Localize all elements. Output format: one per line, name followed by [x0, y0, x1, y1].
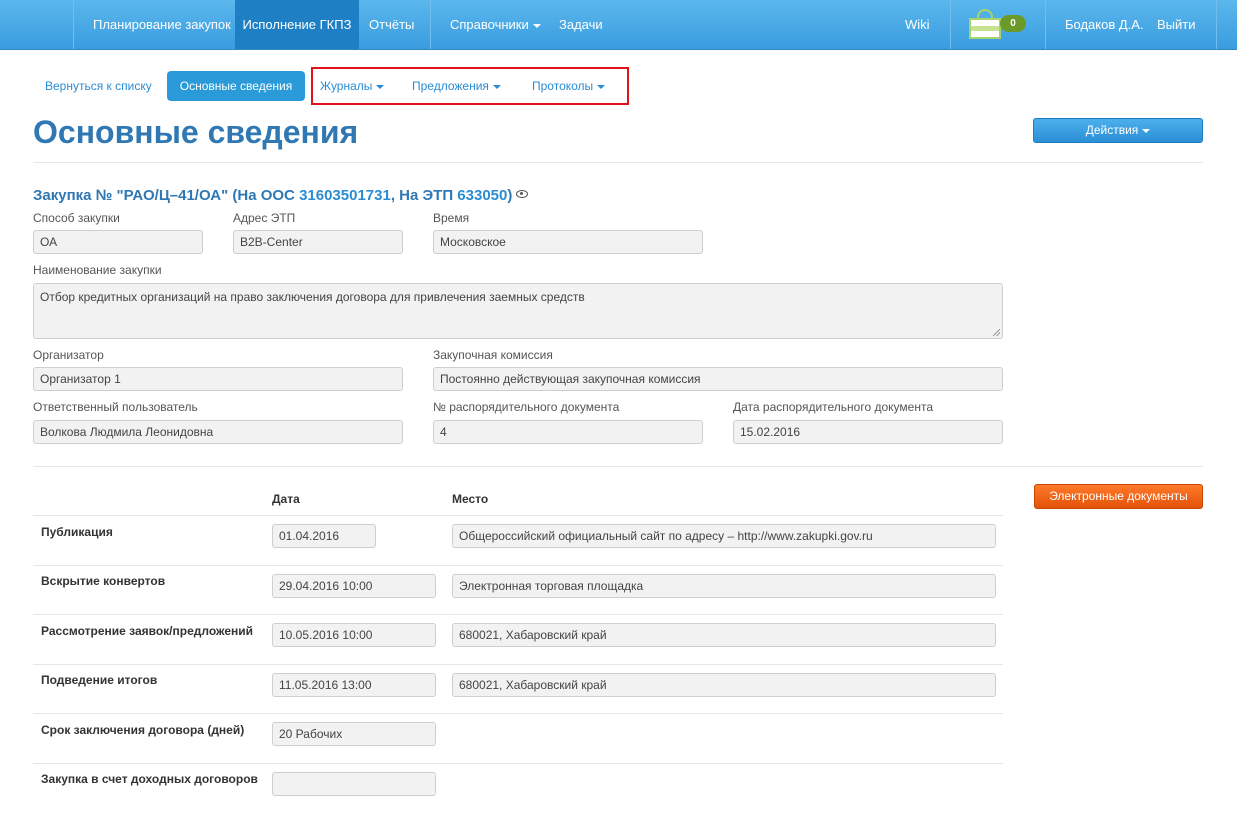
commission-field[interactable]: Постоянно действующая закупочная комисси… — [433, 367, 1003, 391]
doc-number-label: № распорядительного документа — [433, 400, 620, 414]
commission-label: Закупочная комиссия — [433, 348, 553, 362]
row-label-publication: Публикация — [41, 525, 113, 539]
cart-icon[interactable] — [969, 9, 1001, 39]
row-label-envelope-opening: Вскрытие конвертов — [41, 574, 166, 588]
chevron-down-icon — [532, 23, 541, 28]
column-header-place: Место — [452, 492, 489, 506]
nav-item-wiki[interactable]: Wiki — [905, 0, 930, 49]
purchase-mid: , На ЭТП — [390, 187, 458, 204]
responsible-field[interactable]: Волкова Людмила Леонидовна — [33, 420, 403, 444]
responsible-label: Ответственный пользователь — [33, 400, 198, 414]
actions-button[interactable]: Действия — [1033, 118, 1203, 143]
nav-item-directories-label: Справочники — [450, 17, 529, 32]
actions-button-label: Действия — [1085, 123, 1139, 137]
envelope-opening-place-field[interactable]: Электронная торговая площадка — [452, 574, 996, 598]
electronic-documents-button[interactable]: Электронные документы — [1034, 484, 1203, 509]
row-label-contract-term: Срок заключения договора (дней) — [41, 723, 245, 737]
review-date-field[interactable]: 10.05.2016 10:00 — [272, 623, 436, 647]
table-row-divider — [33, 664, 1003, 665]
nav-separator — [950, 0, 951, 49]
chevron-down-icon — [1142, 128, 1151, 133]
doc-date-label: Дата распорядительного документа — [733, 400, 933, 414]
eye-icon[interactable] — [516, 190, 529, 198]
divider — [33, 466, 1203, 467]
divider — [33, 162, 1203, 163]
review-place-field[interactable]: 680021, Хабаровский край — [452, 623, 996, 647]
contract-term-field[interactable]: 20 Рабочих — [272, 722, 436, 746]
purchase-name-text: Отбор кредитных организаций на право зак… — [40, 290, 585, 304]
table-row-divider — [33, 515, 1003, 516]
etp-label: Адрес ЭТП — [233, 211, 296, 225]
nav-separator — [1045, 0, 1046, 49]
nav-item-directories[interactable]: Справочники — [450, 0, 541, 49]
nav-separator — [430, 0, 431, 49]
results-place-field[interactable]: 680021, Хабаровский край — [452, 673, 996, 697]
purchase-suffix: ) — [507, 187, 513, 204]
doc-number-field[interactable]: 4 — [433, 420, 703, 444]
oos-number-link[interactable]: 31603501731 — [299, 187, 391, 204]
column-header-date: Дата — [272, 492, 300, 506]
purchase-prefix: Закупка № "РАО/Ц–41/ОА" (На ООС — [33, 187, 300, 204]
organizer-label: Организатор — [33, 348, 104, 362]
time-label: Время — [433, 211, 470, 225]
highlight-annotation-box — [311, 67, 629, 105]
etp-number-link[interactable]: 633050 — [457, 187, 507, 204]
row-label-review: Рассмотрение заявок/предложений — [41, 624, 254, 638]
nav-separator — [1216, 0, 1217, 49]
nav-item-planning[interactable]: Планирование закупок — [82, 0, 242, 49]
results-date-field[interactable]: 11.05.2016 13:00 — [272, 673, 436, 697]
method-field[interactable]: ОА — [33, 230, 203, 254]
etp-field[interactable]: B2B-Center — [233, 230, 403, 254]
nav-item-tasks[interactable]: Задачи — [559, 0, 603, 49]
purchase-heading: Закупка № "РАО/Ц–41/ОА" (На ООС 31603501… — [33, 187, 529, 204]
row-label-results: Подведение итогов — [41, 673, 158, 687]
time-field[interactable]: Московское — [433, 230, 703, 254]
resize-handle-icon[interactable] — [993, 329, 1000, 336]
page-title: Основные сведения — [33, 114, 359, 150]
row-label-income-contracts: Закупка в счет доходных договоров — [41, 772, 258, 786]
purchase-name-label: Наименование закупки — [33, 263, 162, 277]
top-navbar: Планирование закупок Исполнение ГКПЗ Отч… — [0, 0, 1237, 50]
logout-link[interactable]: Выйти — [1157, 0, 1196, 49]
envelope-opening-date-field[interactable]: 29.04.2016 10:00 — [272, 574, 436, 598]
method-label: Способ закупки — [33, 211, 120, 225]
table-row-divider — [33, 614, 1003, 615]
publication-date-field[interactable]: 01.04.2016 — [272, 524, 376, 548]
doc-date-field[interactable]: 15.02.2016 — [733, 420, 1003, 444]
income-contracts-field[interactable] — [272, 772, 436, 796]
purchase-name-textarea[interactable]: Отбор кредитных организаций на право зак… — [33, 283, 1003, 339]
back-to-list-link[interactable]: Вернуться к списку — [45, 71, 152, 101]
nav-item-reports[interactable]: Отчёты — [369, 0, 414, 49]
tab-main-info[interactable]: Основные сведения — [167, 71, 305, 101]
table-row-divider — [33, 713, 1003, 714]
table-row-divider — [33, 763, 1003, 764]
user-name-link[interactable]: Бодаков Д.А. — [1065, 0, 1144, 49]
cart-count-badge: 0 — [1000, 15, 1026, 32]
table-row-divider — [33, 565, 1003, 566]
nav-item-execution[interactable]: Исполнение ГКПЗ — [235, 0, 359, 49]
organizer-field[interactable]: Организатор 1 — [33, 367, 403, 391]
publication-place-field[interactable]: Общероссийский официальный сайт по адрес… — [452, 524, 996, 548]
nav-separator — [73, 0, 74, 49]
